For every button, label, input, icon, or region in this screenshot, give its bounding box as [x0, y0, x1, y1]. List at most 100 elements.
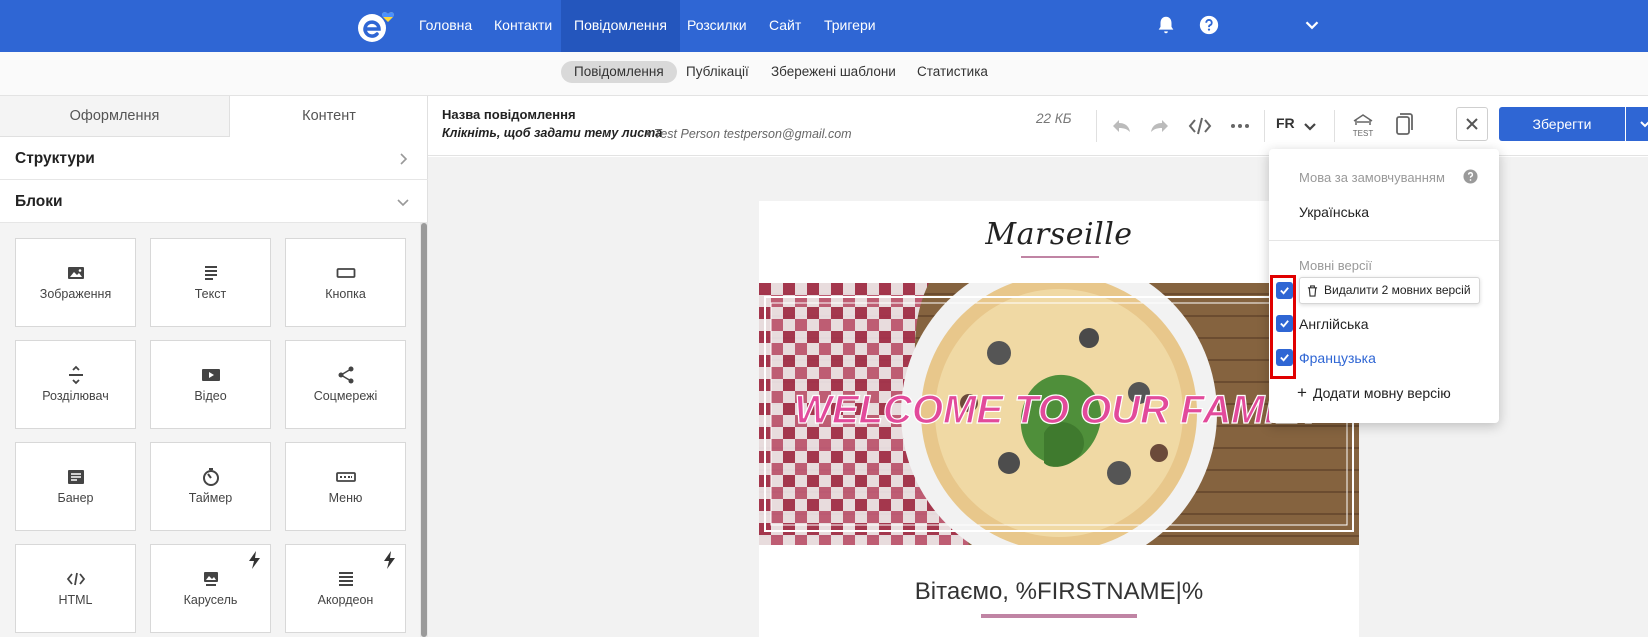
subnav-publications[interactable]: Публікації [673, 61, 762, 83]
block-label: Акордеон [317, 593, 374, 607]
sidebar-scrollbar[interactable] [420, 223, 428, 637]
language-dropdown: Мова за замовчуванням Українська Мовні в… [1269, 149, 1499, 423]
add-language-label: Додати мовну версію [1312, 385, 1451, 401]
toolbar-divider [1334, 110, 1335, 142]
button-icon [336, 268, 355, 278]
block-label: Карусель [183, 593, 238, 607]
block-label: Відео [194, 389, 227, 403]
block-label: HTML [58, 593, 93, 607]
language-versions-label: Мовні версії [1299, 258, 1373, 273]
account-chevron-down-icon[interactable] [1301, 14, 1323, 36]
sidebar-tabs: Оформлення Контент [0, 96, 428, 137]
message-sender[interactable]: • Test Person testperson@gmail.com [646, 127, 852, 141]
section-structures-label: Структури [15, 150, 95, 167]
checkbox-highlight-box [1270, 275, 1296, 379]
block-accordion[interactable]: Акордеон [285, 544, 406, 633]
default-language-value[interactable]: Українська [1299, 204, 1369, 220]
editor-header: Назва повідомлення Клікніть, щоб задати … [428, 96, 1648, 156]
help-icon[interactable] [1463, 169, 1478, 184]
nav-contacts[interactable]: Контакти [481, 0, 565, 52]
chevron-right-icon [400, 153, 408, 165]
block-label: Текст [194, 287, 227, 301]
block-social[interactable]: Соцмережі [285, 340, 406, 429]
add-language-version[interactable]: + Додати мовну версію [1297, 383, 1451, 403]
save-button[interactable]: Зберегти [1499, 107, 1625, 141]
undo-icon[interactable] [1109, 114, 1133, 138]
block-label: Меню [328, 491, 363, 505]
code-view-icon[interactable] [1188, 114, 1212, 138]
nav-site[interactable]: Сайт [756, 0, 814, 52]
block-carousel[interactable]: Карусель [150, 544, 271, 633]
scrollbar-thumb[interactable] [421, 223, 427, 637]
block-timer[interactable]: Таймер [150, 442, 271, 531]
block-divider[interactable]: Розділювач [15, 340, 136, 429]
subnav-messages[interactable]: Повідомлення [561, 61, 677, 83]
esputnik-logo[interactable] [356, 8, 404, 44]
blocks-grid: Зображення Текст Кнопка Розділювач Відео… [0, 223, 420, 637]
toolbar-divider [1264, 110, 1265, 142]
section-blocks-label: Блоки [15, 193, 63, 210]
close-button[interactable] [1456, 107, 1488, 141]
language-english[interactable]: Англійська [1299, 316, 1368, 332]
nav-messages[interactable]: Повідомлення [561, 0, 680, 52]
language-selector[interactable]: FR [1276, 115, 1295, 131]
text-icon [204, 266, 217, 280]
block-image[interactable]: Зображення [15, 238, 136, 327]
toolbar-divider [1096, 110, 1097, 142]
dropdown-divider [1269, 240, 1499, 241]
greeting-underline [981, 614, 1137, 618]
nav-home[interactable]: Головна [406, 0, 485, 52]
nav-campaigns[interactable]: Розсилки [674, 0, 760, 52]
timer-icon [202, 468, 219, 486]
accordion-icon [338, 572, 353, 586]
block-label: Таймер [188, 491, 233, 505]
message-size: 22 КБ [1036, 111, 1072, 126]
device-preview-icon[interactable] [1391, 112, 1415, 136]
chevron-down-icon [1640, 121, 1648, 128]
section-structures[interactable]: Структури [0, 138, 428, 180]
save-options-button[interactable] [1626, 107, 1648, 141]
test-label: TEST [1352, 129, 1374, 138]
banner-icon [67, 470, 84, 484]
block-menu[interactable]: Меню [285, 442, 406, 531]
nav-triggers[interactable]: Тригери [811, 0, 889, 52]
block-button[interactable]: Кнопка [285, 238, 406, 327]
delete-versions-button[interactable]: Видалити 2 мовних версій [1299, 277, 1480, 304]
block-banner[interactable]: Банер [15, 442, 136, 531]
language-french[interactable]: Французька [1299, 350, 1376, 366]
block-html[interactable]: HTML [15, 544, 136, 633]
block-label: Кнопка [325, 287, 366, 301]
plus-icon: + [1297, 383, 1307, 402]
share-icon [338, 366, 353, 384]
sub-navigation: Повідомлення Публікації Збережені шаблон… [0, 52, 1648, 96]
block-video[interactable]: Відео [150, 340, 271, 429]
close-icon [1466, 118, 1478, 130]
more-icon[interactable] [1228, 114, 1252, 138]
help-icon[interactable] [1198, 14, 1220, 36]
section-blocks[interactable]: Блоки [0, 181, 428, 223]
chevron-down-icon [397, 199, 409, 207]
block-label: Соцмережі [313, 389, 378, 403]
subnav-saved-templates[interactable]: Збережені шаблони [758, 61, 909, 83]
tab-design[interactable]: Оформлення [0, 96, 230, 137]
delete-versions-label: Видалити 2 мовних версій [1324, 283, 1471, 297]
trash-icon [1307, 285, 1318, 297]
block-label: Банер [57, 491, 94, 505]
top-navigation-bar: Головна Контакти Повідомлення Розсилки С… [0, 0, 1648, 52]
block-text[interactable]: Текст [150, 238, 271, 327]
chevron-down-icon[interactable] [1298, 114, 1322, 138]
lightning-icon [384, 551, 395, 569]
content-sidebar: Оформлення Контент Структури Блоки Зобра… [0, 96, 428, 637]
video-icon [201, 369, 220, 381]
redo-icon[interactable] [1148, 114, 1172, 138]
greeting-heading[interactable]: Вітаємо, %FIRSTNAME|% [759, 578, 1359, 606]
tab-content[interactable]: Контент [230, 96, 428, 137]
image-icon [67, 267, 84, 279]
menu-icon [335, 472, 356, 482]
divider-icon [68, 365, 83, 385]
message-name[interactable]: Назва повідомлення [442, 107, 576, 122]
message-subject[interactable]: Клікніть, щоб задати тему листа [442, 126, 662, 140]
bell-icon[interactable] [1155, 14, 1177, 36]
subnav-statistics[interactable]: Статистика [904, 61, 1001, 83]
carousel-icon [203, 572, 218, 586]
